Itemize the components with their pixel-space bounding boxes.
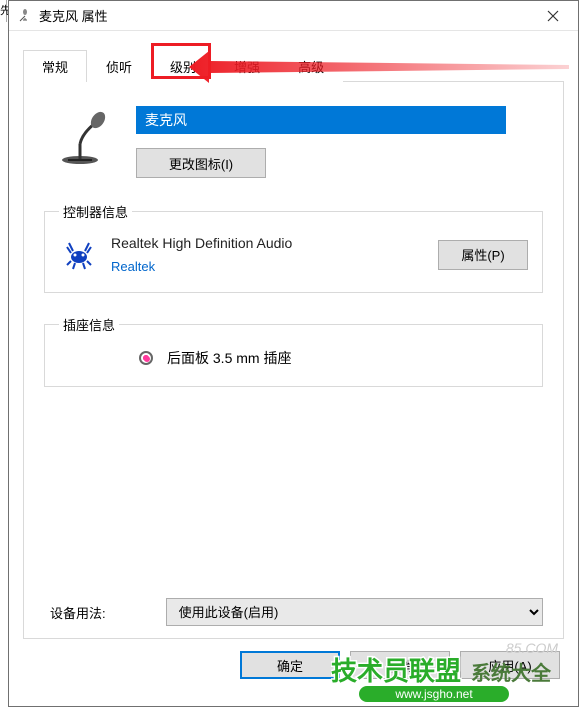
jack-label: 后面板 3.5 mm 插座 — [167, 348, 291, 368]
jack-legend: 插座信息 — [59, 315, 119, 334]
device-usage-row: 设备用法: 使用此设备(启用) — [44, 598, 543, 626]
tab-advanced[interactable]: 高级 — [279, 50, 343, 82]
usage-select[interactable]: 使用此设备(启用) — [166, 598, 543, 626]
jack-info-group: 插座信息 后面板 3.5 mm 插座 — [44, 315, 543, 387]
apply-button[interactable]: 应用(A) — [460, 651, 560, 679]
device-fields: 更改图标(I) — [136, 106, 543, 178]
device-name-input[interactable] — [136, 106, 506, 134]
usage-label: 设备用法: — [50, 603, 106, 622]
close-icon — [547, 10, 559, 22]
window-title: 麦克风 属性 — [39, 6, 530, 25]
content-area: 常规 侦听 级别 增强 高级 更 — [9, 31, 578, 639]
controller-legend: 控制器信息 — [59, 202, 132, 221]
tab-enhancements[interactable]: 增强 — [215, 50, 279, 82]
microphone-icon — [17, 8, 33, 24]
close-button[interactable] — [530, 2, 576, 30]
tab-panel-general: 更改图标(I) 控制器信息 Realtek High D — [23, 82, 564, 639]
background-fragment: 先 — [0, 0, 7, 22]
cancel-button[interactable]: 取消 — [350, 651, 450, 679]
controller-name: Realtek High Definition Audio — [111, 235, 422, 251]
tab-listen[interactable]: 侦听 — [87, 50, 151, 82]
change-icon-button[interactable]: 更改图标(I) — [136, 148, 266, 178]
realtek-crab-icon — [63, 239, 95, 271]
ok-button[interactable]: 确定 — [240, 651, 340, 679]
properties-dialog: 麦克风 属性 常规 侦听 级别 增强 高级 — [8, 0, 579, 707]
controller-text: Realtek High Definition Audio Realtek — [111, 235, 422, 274]
tab-levels[interactable]: 级别 — [151, 50, 215, 82]
device-section: 更改图标(I) — [44, 106, 543, 178]
tab-strip: 常规 侦听 级别 增强 高级 — [23, 49, 564, 82]
tab-general[interactable]: 常规 — [23, 50, 87, 82]
controller-vendor: Realtek — [111, 259, 422, 274]
device-large-icon — [54, 106, 118, 170]
dialog-button-row: 确定 取消 应用(A) — [9, 639, 578, 691]
jack-color-icon — [139, 351, 153, 365]
controller-properties-button[interactable]: 属性(P) — [438, 240, 528, 270]
controller-info-group: 控制器信息 Realtek High Definition Audio Real… — [44, 202, 543, 293]
titlebar: 麦克风 属性 — [9, 1, 578, 31]
